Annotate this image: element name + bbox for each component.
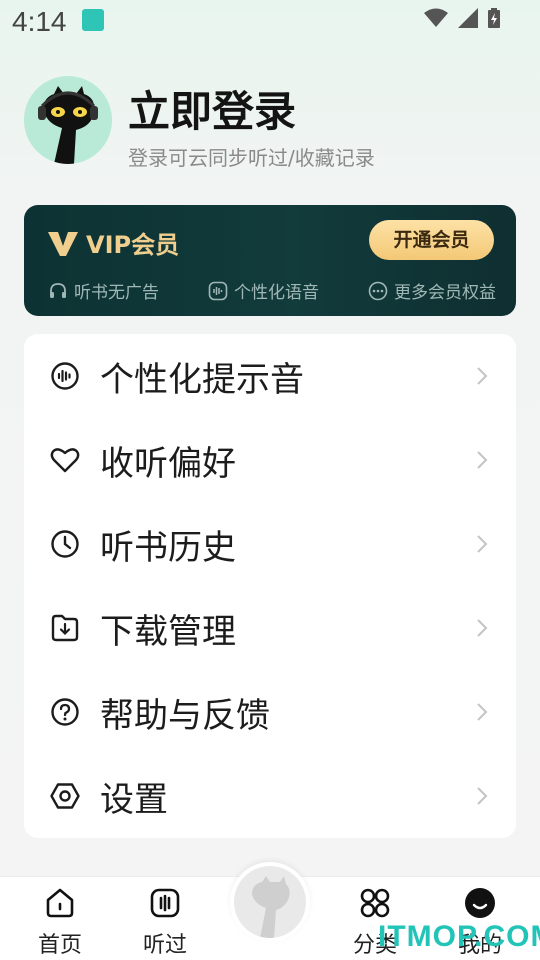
menu-item-label: 设置 xyxy=(100,779,168,820)
vip-crown-icon xyxy=(48,231,78,256)
login-subtitle: 登录可云同步听过/收藏记录 xyxy=(128,146,375,170)
home-icon xyxy=(42,885,78,921)
chevron-right-icon xyxy=(477,535,488,553)
chevron-right-icon xyxy=(477,619,488,637)
login-title[interactable]: 立即登录 xyxy=(128,78,296,139)
vip-benefit-label: 个性化语音 xyxy=(234,283,319,303)
vip-card[interactable]: VIP会员 开通会员 听书无广告 个性化语音 更多会员权益 xyxy=(24,205,516,316)
category-icon xyxy=(357,885,393,921)
vip-title-row: VIP会员 xyxy=(48,225,179,260)
vip-benefit-label: 听书无广告 xyxy=(74,283,159,303)
menu-item-label: 听书历史 xyxy=(100,527,236,568)
menu-item-settings[interactable]: 设置 xyxy=(24,754,516,838)
chevron-right-icon xyxy=(477,451,488,469)
nav-label: 听过 xyxy=(142,933,187,958)
open-vip-button[interactable]: 开通会员 xyxy=(369,220,494,260)
menu-item-listening-preference[interactable]: 收听偏好 xyxy=(24,418,516,502)
more-dots-icon xyxy=(368,281,388,300)
question-icon xyxy=(48,695,82,729)
chevron-right-icon xyxy=(477,703,488,721)
profile-icon xyxy=(462,885,498,921)
nav-tab-listened[interactable]: 听过 xyxy=(120,877,210,960)
wifi-icon xyxy=(424,8,448,27)
heart-icon xyxy=(48,443,82,477)
menu-item-label: 帮助与反馈 xyxy=(100,695,270,736)
chevron-right-icon xyxy=(477,787,488,805)
menu-item-help-feedback[interactable]: 帮助与反馈 xyxy=(24,670,516,754)
chevron-right-icon xyxy=(477,367,488,385)
app-notification-icon xyxy=(82,9,104,31)
menu-item-notification-sound[interactable]: 个性化提示音 xyxy=(24,334,516,418)
clock-icon xyxy=(48,527,82,561)
menu-item-label: 个性化提示音 xyxy=(100,359,304,400)
download-icon xyxy=(48,611,82,645)
watermark: ITMOP.COM xyxy=(378,920,540,953)
player-cover xyxy=(234,866,306,938)
menu-list: 个性化提示音 收听偏好 听书历史 下载管理 帮助与反馈 设置 xyxy=(24,334,516,838)
menu-item-label: 下载管理 xyxy=(100,611,236,652)
vip-title: VIP会员 xyxy=(86,231,180,259)
vip-benefit-more[interactable]: 更多会员权益 xyxy=(368,278,496,303)
vip-benefit-voice[interactable]: 个性化语音 xyxy=(208,278,319,303)
listened-icon xyxy=(147,885,183,921)
menu-item-history[interactable]: 听书历史 xyxy=(24,502,516,586)
nav-label: 首页 xyxy=(37,933,82,958)
settings-icon xyxy=(48,779,82,813)
sound-wave-icon xyxy=(48,359,82,393)
signal-icon xyxy=(458,8,478,28)
status-time: 4:14 xyxy=(12,6,67,37)
profile-header[interactable]: 立即登录 登录可云同步听过/收藏记录 xyxy=(24,76,516,176)
battery-icon xyxy=(488,8,500,28)
status-icons xyxy=(424,8,500,28)
player-center-button[interactable] xyxy=(230,862,310,942)
menu-item-download-management[interactable]: 下载管理 xyxy=(24,586,516,670)
cat-mascot-icon xyxy=(38,86,98,164)
vip-benefit-no-ads[interactable]: 听书无广告 xyxy=(48,278,159,303)
cat-mascot-icon xyxy=(252,876,290,938)
nav-tab-home[interactable]: 首页 xyxy=(15,877,105,960)
avatar[interactable] xyxy=(24,76,112,164)
vip-benefit-label: 更多会员权益 xyxy=(394,283,496,303)
menu-item-label: 收听偏好 xyxy=(100,443,236,484)
status-bar: 4:14 xyxy=(0,0,540,44)
voice-wave-icon xyxy=(208,281,228,300)
vip-benefits: 听书无广告 个性化语音 更多会员权益 xyxy=(48,278,496,303)
headphones-icon xyxy=(50,282,66,298)
